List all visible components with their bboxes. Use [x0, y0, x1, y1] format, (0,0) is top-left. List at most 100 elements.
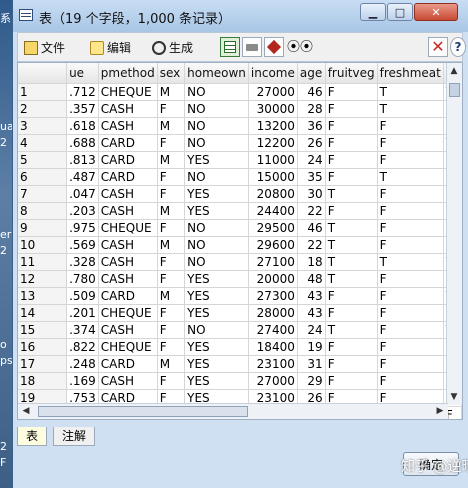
table-row[interactable]: 14.201CHEQUEFYES2800043FFF — [18, 304, 462, 322]
table-cell: F — [325, 372, 378, 390]
table-cell: CASH — [98, 321, 158, 339]
column-header[interactable] — [18, 63, 68, 84]
table-row[interactable]: 18.169CASHFYES2700029FFF — [18, 372, 462, 390]
table-view-button[interactable] — [220, 37, 240, 57]
table-cell: F — [377, 338, 444, 356]
binoculars-icon: ⦿⦿ — [287, 40, 314, 55]
table-cell: .357 — [66, 100, 99, 118]
printer-icon — [246, 44, 258, 51]
table-row[interactable]: 4.688CARDFNO1220026FFT — [18, 134, 462, 152]
column-header[interactable]: homeown — [184, 63, 249, 84]
table-row[interactable]: 13.509CARDMYES2730043FFT — [18, 287, 462, 305]
generate-menu[interactable]: 生成 — [152, 39, 193, 57]
column-header[interactable]: ue — [66, 63, 99, 84]
column-header[interactable]: fruitveg — [325, 63, 378, 84]
table-cell: T — [325, 270, 378, 288]
table-cell: T — [377, 168, 444, 186]
desktop-text: 2 — [0, 136, 7, 149]
scroll-up-icon[interactable]: ▲ — [447, 64, 461, 78]
table-cell: .813 — [66, 151, 99, 169]
table-row[interactable]: 5.813CARDMYES1100024FFF — [18, 151, 462, 169]
scroll-right-icon[interactable]: ▶ — [433, 404, 447, 418]
table-cell: .374 — [66, 321, 99, 339]
table-cell: YES — [184, 372, 249, 390]
table-cell: T — [377, 253, 444, 271]
table-cell: 46 — [297, 219, 326, 237]
minimize-button[interactable]: ▁ — [360, 3, 386, 21]
table-cell: CARD — [98, 151, 158, 169]
table-cell: F — [157, 219, 186, 237]
table-cell: YES — [184, 185, 249, 203]
title-bar[interactable]: 表（19 个字段，1,000 条记录） ▁ □ ✕ — [13, 0, 468, 32]
table-cell: F — [157, 253, 186, 271]
export-button[interactable] — [264, 37, 284, 57]
table-cell: F — [157, 321, 186, 339]
row-number: 5 — [18, 151, 68, 169]
desktop-text: 2 — [0, 244, 7, 257]
watermark: 知乎 @逆晴 — [401, 459, 468, 475]
generate-menu-label: 生成 — [169, 41, 194, 55]
table-row[interactable]: 6.487CARDFNO1500035FTF — [18, 168, 462, 186]
tab-annotation[interactable]: 注解 — [53, 427, 96, 446]
close-output-button[interactable]: ✕ — [428, 37, 448, 57]
data-table[interactable]: ue pmethod sex homeown income age fruitveg fres… — [17, 62, 463, 420]
table-row[interactable]: 7.047CASHFYES2080030TFF — [18, 185, 462, 203]
table-row[interactable]: 17.248CARDMYES2310031FFF — [18, 355, 462, 373]
table-cell: T — [325, 321, 378, 339]
table-cell: F — [325, 151, 378, 169]
vertical-scrollbar[interactable]: ▲ ▼ — [446, 63, 462, 405]
scroll-left-icon[interactable]: ◀ — [19, 404, 33, 418]
horizontal-scroll-thumb[interactable] — [38, 406, 248, 417]
column-header[interactable]: age — [297, 63, 326, 84]
table-row[interactable]: 2.357CASHFNO3000028FTF — [18, 100, 462, 118]
column-header[interactable]: pmethod — [98, 63, 158, 84]
table-cell: F — [377, 372, 444, 390]
close-icon: ✕ — [431, 37, 445, 56]
table-cell: .203 — [66, 202, 99, 220]
table-cell: 20000 — [248, 270, 298, 288]
column-header[interactable]: freshmeat — [377, 63, 444, 84]
table-cell: F — [157, 304, 186, 322]
table-row[interactable]: 3.618CASHMNO1320036FFF — [18, 117, 462, 135]
vertical-scroll-thumb[interactable] — [449, 83, 460, 97]
column-header[interactable]: income — [248, 63, 298, 84]
edit-menu[interactable]: 编辑 — [90, 39, 131, 57]
table-row[interactable]: 8.203CASHMYES2440022FFF — [18, 202, 462, 220]
table-cell: CHEQUE — [98, 338, 158, 356]
table-cell: .047 — [66, 185, 99, 203]
close-window-button[interactable]: ✕ — [414, 3, 458, 21]
row-number: 3 — [18, 117, 68, 135]
horizontal-scrollbar[interactable]: ◀ ▶ — [18, 403, 448, 419]
tab-table[interactable]: 表 — [17, 427, 48, 446]
maximize-button[interactable]: □ — [387, 3, 413, 21]
table-cell: 27100 — [248, 253, 298, 271]
table-row[interactable]: 1.712CHEQUEMNO2700046FTT — [18, 83, 462, 101]
row-number: 13 — [18, 287, 68, 305]
table-cell: .780 — [66, 270, 99, 288]
table-cell: F — [325, 100, 378, 118]
table-cell: CASH — [98, 117, 158, 135]
table-row[interactable]: 9.975CHEQUEFNO2950046TFF — [18, 219, 462, 237]
table-cell: F — [377, 202, 444, 220]
table-cell: M — [157, 236, 186, 254]
table-cell: 11000 — [248, 151, 298, 169]
column-header[interactable]: sex — [157, 63, 186, 84]
row-number: 8 — [18, 202, 68, 220]
file-menu[interactable]: 文件 — [24, 39, 65, 57]
table-cell: .248 — [66, 355, 99, 373]
row-number: 12 — [18, 270, 68, 288]
table-cell: 27300 — [248, 287, 298, 305]
table-cell: YES — [184, 355, 249, 373]
find-button[interactable]: ⦿⦿ — [286, 37, 313, 57]
table-cell: YES — [184, 270, 249, 288]
print-button[interactable] — [242, 37, 262, 57]
table-row[interactable]: 11.328CASHFNO2710018TTT — [18, 253, 462, 271]
table-row[interactable]: 15.374CASHFNO2740024TFT — [18, 321, 462, 339]
table-row[interactable]: 12.780CASHFYES2000048TFF — [18, 270, 462, 288]
table-row[interactable]: 10.569CASHMNO2960022TFF — [18, 236, 462, 254]
help-button[interactable]: ? — [450, 37, 466, 57]
table-cell: YES — [184, 202, 249, 220]
table-cell: 22 — [297, 202, 326, 220]
scroll-down-icon[interactable]: ▼ — [447, 390, 461, 404]
table-row[interactable]: 16.822CHEQUEFYES1840019FFF — [18, 338, 462, 356]
